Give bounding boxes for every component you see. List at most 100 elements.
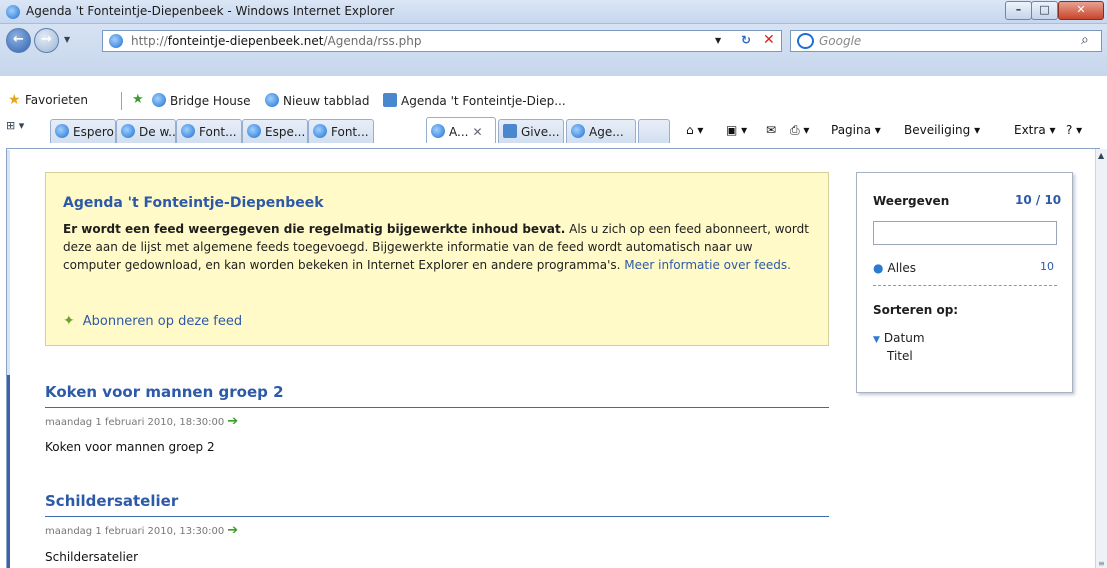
feed-intro: Er wordt een feed weergegeven die regelm… — [63, 220, 811, 274]
maximize-icon: □ — [1039, 3, 1050, 16]
go-arrow-icon[interactable]: ➔ — [227, 523, 238, 538]
favorites-bar: ★ Favorieten ★ Bridge House Nieuw tabbla… — [0, 88, 1107, 114]
tab-1[interactable]: Espero — [50, 119, 116, 143]
feed-page-icon — [383, 93, 397, 107]
page-favicon-icon — [109, 34, 123, 48]
title-bar: Agenda 't Fonteintje-Diepenbeek - Window… — [0, 0, 1107, 24]
more-info-link[interactable]: Meer informatie over feeds. — [624, 258, 791, 272]
security-menu[interactable]: Beveiliging ▾ — [904, 123, 980, 137]
tab-active[interactable]: A... ✕ — [426, 117, 496, 143]
back-arrow-icon: ← — [13, 32, 24, 47]
favorite-link-bridge-house[interactable]: Bridge House — [152, 93, 251, 108]
favorite-link-label: Bridge House — [170, 94, 251, 108]
filter-input[interactable] — [873, 221, 1057, 245]
ie-page-icon — [152, 93, 166, 107]
tab-2[interactable]: De w... — [116, 119, 176, 143]
entry-date-text: maandag 1 februari 2010, 18:30:00 — [45, 417, 225, 428]
history-dropdown-icon[interactable]: ▼ — [64, 35, 70, 44]
ie-page-icon — [247, 124, 261, 138]
feed-options-panel: Weergeven 10 / 10 ● Alles 10 Sorteren op:… — [856, 172, 1073, 393]
ie-page-icon — [431, 124, 445, 138]
search-provider-icon — [797, 33, 814, 49]
sort-date-label: Datum — [883, 331, 925, 345]
minimize-icon: – — [1015, 3, 1022, 16]
ie-page-icon — [181, 124, 195, 138]
feeds-icon[interactable]: ▣ ▾ — [726, 123, 747, 137]
help-icon[interactable]: ? ▾ — [1066, 123, 1082, 137]
entry-title[interactable]: Schildersatelier — [45, 492, 178, 510]
display-heading: Weergeven — [873, 194, 950, 208]
sort-descending-icon: ▼ — [873, 335, 880, 345]
page-menu[interactable]: Pagina ▾ — [831, 123, 881, 137]
close-button[interactable]: ✕ — [1058, 1, 1104, 20]
url-path: /Agenda/rss.php — [323, 34, 422, 48]
extra-menu[interactable]: Extra ▾ — [1014, 123, 1056, 137]
window-title: Agenda 't Fonteintje-Diepenbeek - Window… — [26, 4, 395, 18]
tab-label: Espero — [73, 125, 114, 139]
tab-7[interactable]: Give... — [498, 119, 564, 143]
tab-bar: ⊞ ▾ Espero De w... Font... Espe... Font.… — [0, 114, 1107, 148]
tab-label: Age... — [589, 125, 624, 139]
tab-label: De w... — [139, 125, 176, 139]
sort-by-date[interactable]: ▼ Datum — [873, 331, 925, 345]
entry-date: maandag 1 februari 2010, 18:30:00 ➔ — [45, 414, 238, 429]
ie-page-icon — [265, 93, 279, 107]
url-text[interactable]: http://fonteintje-diepenbeek.net/Agenda/… — [131, 34, 421, 48]
entry-title[interactable]: Koken voor mannen groep 2 — [45, 383, 284, 401]
address-field[interactable]: http://fonteintje-diepenbeek.net/Agenda/… — [102, 30, 782, 52]
tab-4[interactable]: Espe... — [242, 119, 308, 143]
close-tab-icon[interactable]: ✕ — [472, 125, 482, 139]
url-host: fonteintje-diepenbeek.net — [167, 34, 324, 48]
search-field[interactable]: Google ⌕ — [790, 30, 1102, 52]
tab-5[interactable]: Font... — [308, 119, 374, 143]
sort-by-title[interactable]: Titel — [887, 349, 913, 363]
maximize-button[interactable]: □ — [1031, 1, 1058, 20]
left-edge-accent — [7, 375, 10, 568]
ie-page-icon — [55, 124, 69, 138]
feed-title: Agenda 't Fonteintje-Diepenbeek — [63, 195, 324, 211]
subscribe-label: Abonneren op deze feed — [82, 314, 243, 329]
ie-page-icon — [571, 124, 585, 138]
favorites-button[interactable]: Favorieten — [25, 93, 88, 107]
vertical-scrollbar[interactable]: ▲ ≡ — [1095, 149, 1107, 568]
ie-page-icon — [313, 124, 327, 138]
quick-tabs-button[interactable]: ⊞ ▾ — [6, 119, 48, 141]
tab-label: A... — [449, 125, 469, 139]
tab-8[interactable]: Age... — [566, 119, 636, 143]
tab-label: Espe... — [265, 125, 306, 139]
stop-icon[interactable]: ✕ — [763, 32, 775, 48]
mail-icon[interactable]: ✉ — [766, 123, 776, 137]
add-favorite-icon[interactable]: ★ — [132, 92, 144, 107]
refresh-icon[interactable]: ↻ — [741, 33, 751, 47]
scroll-grip-icon[interactable]: ≡ — [1098, 559, 1105, 568]
feed-info-box: Agenda 't Fonteintje-Diepenbeek Er wordt… — [45, 172, 829, 346]
favorite-link-label: Agenda 't Fonteintje-Diep... — [401, 94, 566, 108]
filter-all[interactable]: ● Alles — [873, 261, 916, 275]
home-icon[interactable]: ⌂ ▾ — [686, 123, 703, 137]
filter-all-label: Alles — [887, 261, 916, 275]
subscribe-link[interactable]: ✦ Abonneren op deze feed — [63, 313, 242, 329]
scroll-up-icon[interactable]: ▲ — [1098, 151, 1104, 160]
close-icon: ✕ — [1076, 3, 1086, 16]
forward-arrow-icon: → — [41, 32, 52, 47]
entry-description: Koken voor mannen groep 2 — [45, 440, 215, 454]
display-count: 10 / 10 — [1015, 193, 1062, 207]
tab-3[interactable]: Font... — [176, 119, 242, 143]
new-tab-button[interactable] — [638, 119, 670, 143]
tab-label: Give... — [521, 125, 560, 139]
feed-intro-bold: Er wordt een feed weergegeven die regelm… — [63, 222, 566, 236]
entry-divider — [45, 516, 829, 517]
entry-divider — [45, 407, 829, 408]
print-icon[interactable]: ⎙ ▾ — [790, 123, 809, 138]
favorite-link-nieuw-tabblad[interactable]: Nieuw tabblad — [265, 93, 370, 108]
subscribe-star-icon: ✦ — [63, 313, 75, 329]
favorite-link-label: Nieuw tabblad — [283, 94, 370, 108]
address-dropdown-icon[interactable]: ▼ — [715, 36, 721, 45]
go-arrow-icon[interactable]: ➔ — [227, 414, 238, 429]
minimize-button[interactable]: – — [1005, 1, 1032, 20]
back-button[interactable]: ← — [6, 28, 31, 53]
search-icon[interactable]: ⌕ — [1081, 32, 1089, 48]
forward-button[interactable]: → — [34, 28, 59, 53]
search-placeholder: Google — [819, 34, 862, 48]
favorite-link-agenda[interactable]: Agenda 't Fonteintje-Diep... — [383, 93, 566, 108]
